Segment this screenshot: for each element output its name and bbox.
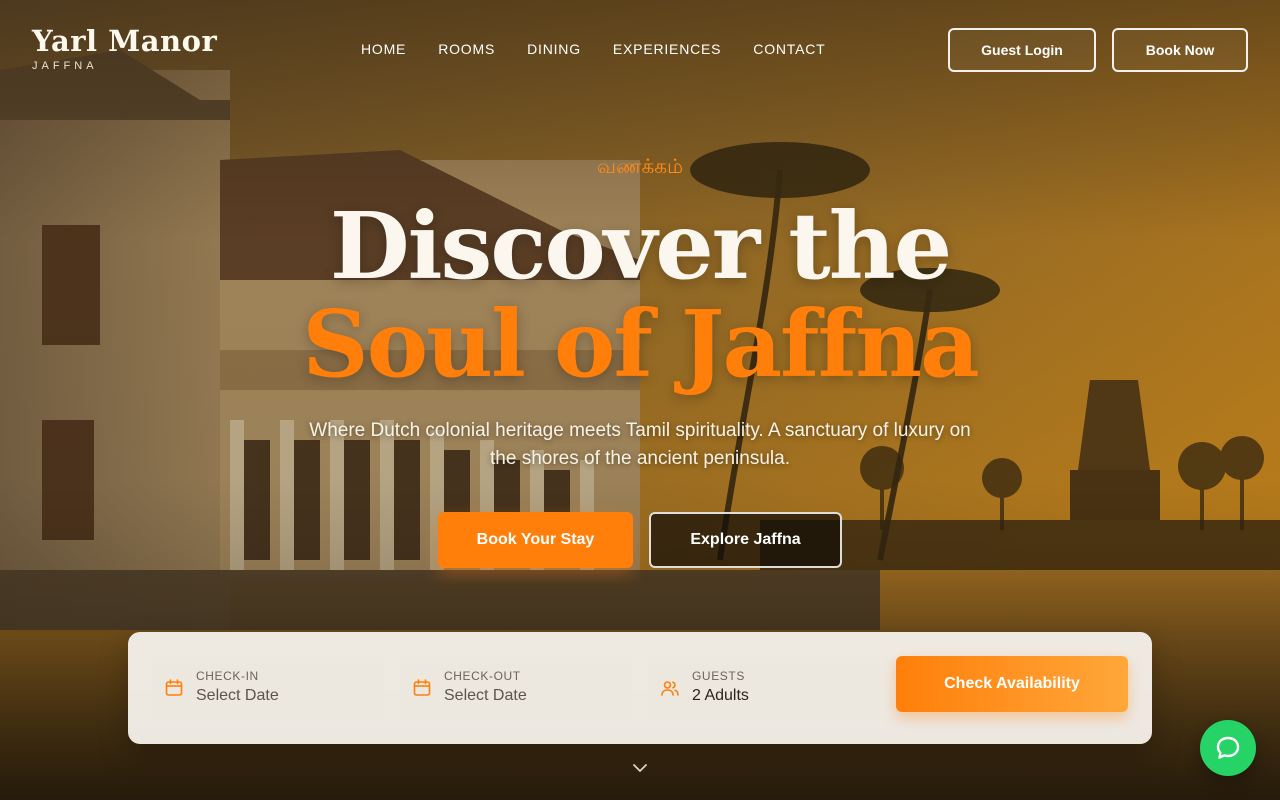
chat-bubble-icon <box>1216 736 1240 759</box>
check-out-label: CHECK-OUT <box>444 669 521 683</box>
nav-item-contact[interactable]: CONTACT <box>753 41 825 57</box>
book-your-stay-button[interactable]: Book Your Stay <box>438 512 633 568</box>
check-out-value: Select Date <box>444 687 527 704</box>
nav-item-home[interactable]: HOME <box>361 41 406 57</box>
hero-title-line1: Discover the <box>329 192 952 300</box>
check-in-label: CHECK-IN <box>196 669 259 683</box>
hero-subtitle: Where Dutch colonial heritage meets Tami… <box>309 420 971 469</box>
check-in-value: Select Date <box>196 687 279 704</box>
chevron-down-icon[interactable] <box>628 756 652 780</box>
nav-item-rooms[interactable]: ROOMS <box>438 41 495 57</box>
guests-field[interactable]: GUESTS 2 Adults <box>648 656 880 720</box>
brand-logo[interactable]: Yarl Manor JAFFNA <box>32 24 217 72</box>
check-availability-button[interactable]: Check Availability <box>896 656 1128 712</box>
booking-widget: CHECK-IN Select Date CHECK-OUT Select Da… <box>128 632 1152 744</box>
brand-name: Yarl Manor <box>32 24 218 58</box>
guests-value: 2 Adults <box>692 687 749 704</box>
calendar-icon <box>165 679 183 696</box>
chat-button[interactable] <box>1200 720 1256 776</box>
hero-greeting: வணக்கம் <box>596 154 684 178</box>
brand-location: JAFFNA <box>32 60 98 72</box>
main-nav: HOME ROOMS DINING EXPERIENCES CONTACT <box>361 41 858 57</box>
explore-jaffna-button[interactable]: Explore Jaffna <box>649 512 842 568</box>
check-in-field[interactable]: CHECK-IN Select Date <box>152 656 384 720</box>
users-icon <box>661 681 679 696</box>
book-now-button[interactable]: Book Now <box>1112 28 1248 72</box>
calendar-icon <box>413 679 431 696</box>
site-header: Yarl Manor JAFFNA HOME ROOMS DINING EXPE… <box>0 0 1280 100</box>
check-out-field[interactable]: CHECK-OUT Select Date <box>400 656 632 720</box>
guest-login-button[interactable]: Guest Login <box>948 28 1096 72</box>
guests-label: GUESTS <box>692 669 745 683</box>
hero-title-line2: Soul of Jaffna <box>302 290 979 398</box>
nav-item-experiences[interactable]: EXPERIENCES <box>613 41 721 57</box>
nav-item-dining[interactable]: DINING <box>527 41 581 57</box>
